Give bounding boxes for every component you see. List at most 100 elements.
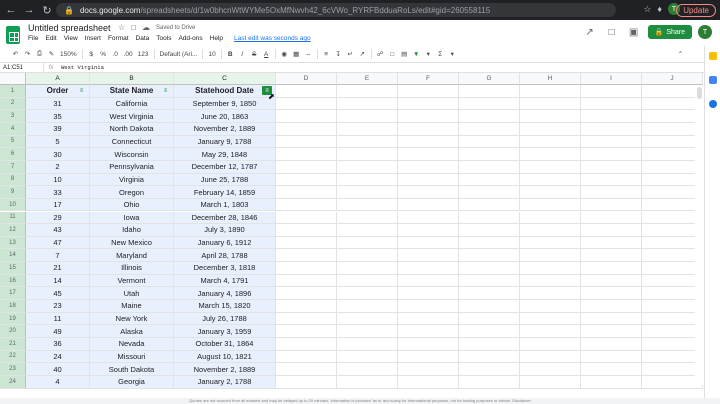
- empty-cell[interactable]: [642, 312, 703, 326]
- share-button[interactable]: 🔒 Share: [647, 25, 692, 39]
- empty-cell[interactable]: [459, 198, 520, 212]
- empty-cell[interactable]: [398, 186, 459, 199]
- empty-cell[interactable]: [276, 375, 337, 389]
- empty-cell[interactable]: [276, 236, 337, 250]
- empty-cell[interactable]: [520, 338, 581, 351]
- back-icon[interactable]: ←: [4, 4, 18, 16]
- empty-cell[interactable]: [337, 160, 398, 174]
- update-button[interactable]: Update: [676, 4, 716, 17]
- insert-link-icon[interactable]: ☍: [377, 50, 384, 58]
- empty-cell[interactable]: [398, 287, 459, 301]
- empty-cell[interactable]: [398, 110, 459, 123]
- table-cell[interactable]: 35: [26, 110, 90, 123]
- row-header[interactable]: 15: [0, 262, 26, 275]
- empty-cell[interactable]: [459, 300, 520, 313]
- more-formats-button[interactable]: 123: [138, 51, 149, 58]
- empty-cell[interactable]: [276, 249, 337, 263]
- table-cell[interactable]: January 3, 1959: [174, 325, 276, 338]
- empty-cell[interactable]: [642, 224, 703, 237]
- empty-cell[interactable]: [642, 338, 703, 351]
- table-cell[interactable]: 5: [26, 135, 90, 149]
- menu-view[interactable]: View: [64, 35, 78, 42]
- empty-cell[interactable]: [520, 350, 581, 364]
- empty-cell[interactable]: [276, 312, 337, 326]
- currency-format-button[interactable]: $: [88, 51, 95, 58]
- font-select[interactable]: Default (Ari...: [160, 51, 198, 58]
- empty-cell[interactable]: [459, 363, 520, 376]
- row-header[interactable]: 9: [0, 186, 26, 199]
- table-cell[interactable]: March 4, 1791: [174, 274, 276, 288]
- empty-cell[interactable]: [520, 312, 581, 326]
- empty-cell[interactable]: [520, 198, 581, 212]
- menu-edit[interactable]: Edit: [45, 35, 56, 42]
- font-size-select[interactable]: 10: [208, 51, 215, 58]
- table-cell[interactable]: 2: [26, 160, 90, 174]
- empty-cell[interactable]: [459, 375, 520, 389]
- table-cell[interactable]: July 26, 1788: [174, 312, 276, 326]
- table-cell[interactable]: Maine: [90, 300, 174, 313]
- table-cell[interactable]: South Dakota: [90, 363, 174, 376]
- empty-cell[interactable]: [642, 350, 703, 364]
- row-header[interactable]: 3: [0, 110, 26, 123]
- empty-cell[interactable]: [276, 198, 337, 212]
- empty-cell[interactable]: [459, 85, 520, 98]
- empty-cell[interactable]: [337, 249, 398, 263]
- empty-cell[interactable]: [337, 198, 398, 212]
- empty-cell[interactable]: [337, 211, 398, 225]
- empty-cell[interactable]: [642, 148, 703, 161]
- table-cell[interactable]: June 20, 1863: [174, 110, 276, 123]
- empty-cell[interactable]: [581, 122, 642, 136]
- table-cell[interactable]: New Mexico: [90, 236, 174, 250]
- empty-cell[interactable]: [276, 262, 337, 275]
- row-header[interactable]: 12: [0, 224, 26, 237]
- empty-cell[interactable]: [642, 135, 703, 149]
- empty-cell[interactable]: [337, 186, 398, 199]
- table-cell[interactable]: 36: [26, 338, 90, 351]
- table-cell[interactable]: 30: [26, 148, 90, 161]
- column-header-i[interactable]: I: [581, 73, 642, 85]
- empty-cell[interactable]: [337, 122, 398, 136]
- menu-format[interactable]: Format: [108, 35, 129, 42]
- empty-cell[interactable]: [459, 122, 520, 136]
- empty-cell[interactable]: [398, 135, 459, 149]
- reload-icon[interactable]: ↻: [40, 4, 54, 17]
- empty-cell[interactable]: [337, 300, 398, 313]
- empty-cell[interactable]: [581, 249, 642, 263]
- table-cell[interactable]: 43: [26, 224, 90, 237]
- empty-cell[interactable]: [520, 287, 581, 301]
- table-cell[interactable]: New York: [90, 312, 174, 326]
- table-cell[interactable]: March 1, 1803: [174, 198, 276, 212]
- empty-cell[interactable]: [276, 287, 337, 301]
- menu-help[interactable]: Help: [210, 35, 223, 42]
- empty-cell[interactable]: [581, 274, 642, 288]
- empty-cell[interactable]: [520, 249, 581, 263]
- empty-cell[interactable]: [642, 262, 703, 275]
- row-header[interactable]: 2: [0, 97, 26, 111]
- empty-cell[interactable]: [642, 287, 703, 301]
- empty-cell[interactable]: [642, 211, 703, 225]
- column-header-a[interactable]: A: [26, 73, 90, 85]
- empty-cell[interactable]: [398, 224, 459, 237]
- empty-cell[interactable]: [642, 249, 703, 263]
- table-cell[interactable]: December 28, 1846: [174, 211, 276, 225]
- empty-cell[interactable]: [276, 97, 337, 111]
- table-cell[interactable]: Missouri: [90, 350, 174, 364]
- fill-color-icon[interactable]: ◉: [281, 50, 288, 58]
- empty-cell[interactable]: [276, 300, 337, 313]
- table-cell[interactable]: November 2, 1889: [174, 122, 276, 136]
- keep-icon[interactable]: [709, 52, 717, 60]
- table-cell[interactable]: 39: [26, 122, 90, 136]
- empty-cell[interactable]: [276, 350, 337, 364]
- empty-cell[interactable]: [398, 249, 459, 263]
- header-cell[interactable]: Statehood Date ≡: [174, 85, 276, 98]
- empty-cell[interactable]: [459, 135, 520, 149]
- empty-cell[interactable]: [459, 312, 520, 326]
- empty-cell[interactable]: [398, 85, 459, 98]
- empty-cell[interactable]: [459, 249, 520, 263]
- table-cell[interactable]: 14: [26, 274, 90, 288]
- table-cell[interactable]: 33: [26, 186, 90, 199]
- percent-format-button[interactable]: %: [100, 51, 107, 58]
- table-cell[interactable]: Idaho: [90, 224, 174, 237]
- column-header-d[interactable]: D: [276, 73, 337, 85]
- empty-cell[interactable]: [459, 160, 520, 174]
